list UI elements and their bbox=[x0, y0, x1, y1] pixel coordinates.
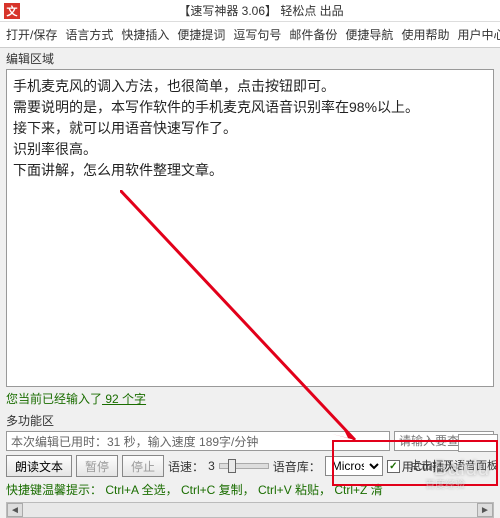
menu-quick-insert[interactable]: 快捷插入 bbox=[117, 24, 173, 45]
horizontal-scrollbar[interactable]: ◄ ► bbox=[6, 502, 494, 518]
speed-value: 3 bbox=[208, 459, 215, 473]
menu-open-save[interactable]: 打开/保存 bbox=[2, 24, 61, 45]
menu-help[interactable]: 使用帮助 bbox=[397, 24, 453, 45]
menu-nav[interactable]: 便捷导航 bbox=[341, 24, 397, 45]
menu-user-center[interactable]: 用户中心 bbox=[453, 24, 500, 45]
shortcut-hint: 快捷键温馨提示： Ctrl+A 全选， Ctrl+C 复制， Ctrl+V 粘贴… bbox=[6, 479, 494, 500]
title-bar: 文 【速写神器 3.06】 轻松点 出品 bbox=[0, 0, 500, 22]
timing-row bbox=[6, 431, 494, 451]
voice-library-select[interactable]: Microso bbox=[325, 456, 383, 476]
char-count-link[interactable]: 92 个字 bbox=[102, 392, 146, 406]
stop-button[interactable]: 停止 bbox=[122, 455, 164, 477]
voice-lib-label: 语音库： bbox=[273, 458, 321, 475]
status-prefix: 您当前已经输入了 bbox=[6, 392, 102, 406]
menu-repeat[interactable]: 逗写句号 bbox=[229, 24, 285, 45]
multi-area-label: 多功能区 bbox=[0, 410, 500, 431]
char-count-status: 您当前已经输入了 92 个字 bbox=[0, 387, 500, 410]
timing-display bbox=[6, 431, 390, 451]
menu-bar: 打开/保存 语言方式 快捷插入 便捷提词 逗写句号 邮件备份 便捷导航 使用帮助… bbox=[0, 22, 500, 48]
voice-panel-hint[interactable]: 点击打开语音面板 bbox=[410, 457, 498, 473]
scroll-right-icon[interactable]: ► bbox=[477, 503, 493, 517]
menu-mail-backup[interactable]: 邮件备份 bbox=[285, 24, 341, 45]
slider-thumb[interactable] bbox=[228, 459, 236, 473]
speed-label: 语速： bbox=[168, 458, 204, 475]
checkbox-icon: ✓ bbox=[387, 460, 400, 473]
scroll-track[interactable] bbox=[23, 503, 477, 517]
menu-lang-mode[interactable]: 语言方式 bbox=[61, 24, 117, 45]
edit-area-label: 编辑区域 bbox=[0, 48, 500, 69]
scroll-left-icon[interactable]: ◄ bbox=[7, 503, 23, 517]
menu-quick-tip[interactable]: 便捷提词 bbox=[173, 24, 229, 45]
speed-slider[interactable] bbox=[219, 463, 269, 469]
read-text-button[interactable]: 朗读文本 bbox=[6, 455, 72, 477]
editor-textarea[interactable]: 手机麦克风的调入方法，也很简单，点击按钮即可。 需要说明的是，本写作软件的手机麦… bbox=[6, 69, 494, 387]
pause-button[interactable]: 暂停 bbox=[76, 455, 118, 477]
app-icon: 文 bbox=[4, 3, 20, 19]
window-title: 【速写神器 3.06】 轻松点 出品 bbox=[26, 2, 496, 19]
side-small-box[interactable] bbox=[458, 434, 498, 452]
